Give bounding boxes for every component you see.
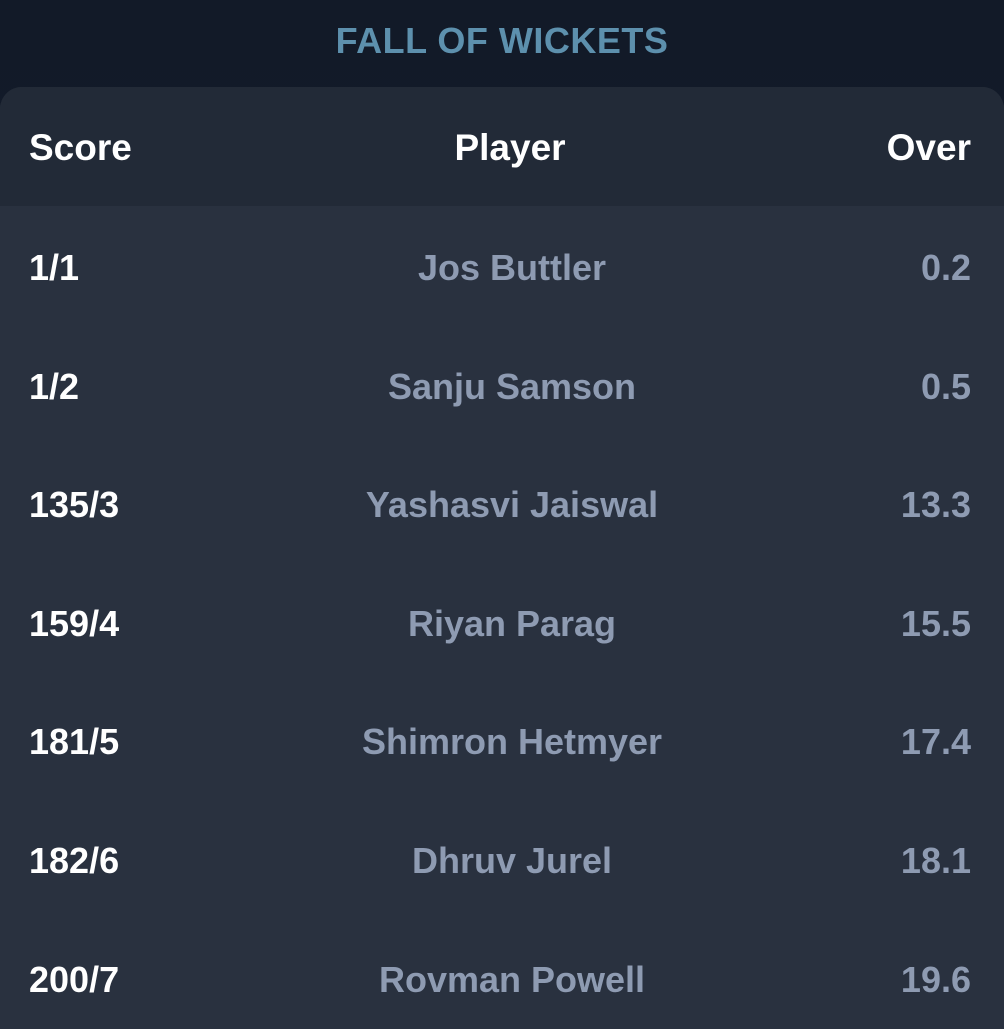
table-header: Score Player Over — [0, 87, 1004, 206]
player-cell[interactable]: Riyan Parag — [0, 562, 1004, 681]
table-row: 1/2 Sanju Samson 0.5 — [0, 325, 1004, 444]
over-cell: 0.2 — [920, 247, 971, 288]
over-cell: 15.5 — [900, 602, 971, 644]
over-cell: 13.3 — [900, 484, 971, 526]
player-cell[interactable]: Jos Buttler — [0, 206, 1004, 325]
over-column-header: Over — [886, 127, 971, 168]
over-cell: 17.4 — [900, 721, 971, 763]
table-row: 200/7 Rovman Powell 19.6 — [0, 918, 1004, 1029]
table-row: 181/5 Shimron Hetmyer 17.4 — [0, 680, 1004, 799]
section-title: FALL OF WICKETS — [335, 20, 669, 61]
player-cell[interactable]: Shimron Hetmyer — [0, 680, 1004, 799]
over-cell: 0.5 — [920, 365, 971, 407]
over-cell: 18.1 — [900, 839, 971, 881]
table-row: 159/4 Riyan Parag 15.5 — [0, 562, 1004, 681]
fall-of-wickets-table: Score Player Over 1/1 Jos Buttler 0.2 1/… — [0, 87, 1004, 1029]
fall-of-wickets-screen: FALL OF WICKETS Score Player Over 1/1 Jo… — [0, 0, 1004, 1029]
table-row: 135/3 Yashasvi Jaiswal 13.3 — [0, 443, 1004, 562]
player-cell[interactable]: Rovman Powell — [0, 918, 1004, 1029]
player-cell[interactable]: Sanju Samson — [0, 325, 1004, 444]
table-row: 182/6 Dhruv Jurel 18.1 — [0, 799, 1004, 918]
player-cell[interactable]: Yashasvi Jaiswal — [0, 443, 1004, 562]
player-column-header: Player — [454, 127, 566, 168]
over-cell: 19.6 — [900, 958, 971, 1000]
table-body: 1/1 Jos Buttler 0.2 1/2 Sanju Samson 0.5… — [0, 206, 1004, 1029]
player-cell[interactable]: Dhruv Jurel — [0, 799, 1004, 918]
table-row: 1/1 Jos Buttler 0.2 — [0, 206, 1004, 325]
